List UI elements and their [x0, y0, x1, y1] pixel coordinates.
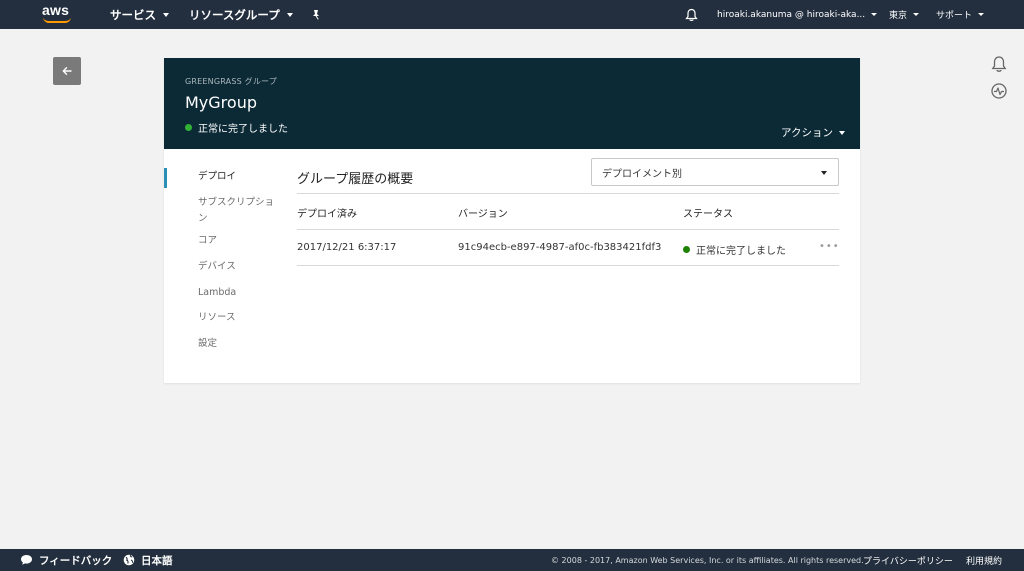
feedback-button[interactable]: フィードバック	[20, 549, 112, 571]
cell-version: 91c94ecb-e897-4987-af0c-fb383421fdf3	[458, 242, 662, 253]
chevron-down-icon	[978, 13, 985, 16]
actions-dropdown-button[interactable]: アクション	[781, 125, 845, 140]
menu-item-devices[interactable]: デバイス	[198, 259, 278, 275]
menu-item-cores[interactable]: コア	[198, 233, 278, 249]
account-label: hiroaki.akanuma @ hiroaki-aka...	[717, 9, 866, 20]
divider	[297, 229, 839, 230]
menu-item-resources[interactable]: リソース	[198, 310, 278, 326]
chevron-down-icon	[838, 130, 845, 135]
status-dot-icon	[185, 124, 192, 131]
region-label: 東京	[889, 11, 908, 21]
language-label: 日本語	[141, 554, 173, 567]
arrow-left-icon	[62, 67, 72, 75]
chevron-down-icon	[163, 12, 169, 17]
notifications-bell-icon[interactable]	[990, 55, 1008, 73]
table-row-status: 正常に完了しました	[683, 242, 786, 257]
terms-of-use-link[interactable]: 利用規約	[966, 549, 1002, 571]
group-status: 正常に完了しました	[185, 120, 288, 135]
menu-item-subscriptions[interactable]: サブスクリプション	[198, 195, 278, 227]
resource-groups-label: リソースグループ	[189, 7, 280, 22]
cell-status: 正常に完了しました	[696, 246, 786, 257]
top-navigation-bar: aws サービス リソースグループ hiroaki.akanuma @ hiro…	[0, 0, 1024, 29]
table-row-version: 91c94ecb-e897-4987-af0c-fb383421fdf3	[458, 242, 661, 253]
privacy-policy-link[interactable]: プライバシーポリシー	[863, 549, 953, 571]
speech-bubble-icon	[21, 555, 32, 565]
aws-logo-text: aws	[42, 2, 70, 18]
account-menu[interactable]: hiroaki.akanuma @ hiroaki-aka...	[717, 0, 878, 29]
section-title: グループ履歴の概要	[297, 172, 414, 187]
pushpin-icon[interactable]	[310, 0, 322, 29]
copyright-text: © 2008 - 2017, Amazon Web Services, Inc.…	[551, 555, 864, 565]
status-dot-icon	[683, 246, 690, 253]
select-value: デプロイメント別	[602, 168, 682, 180]
breadcrumb-kicker: GREENGRASS グループ	[185, 77, 277, 86]
aws-logo-smile	[43, 17, 71, 23]
active-menu-indicator	[164, 168, 167, 188]
menu-item-lambda[interactable]: Lambda	[198, 285, 278, 301]
feedback-label: フィードバック	[39, 554, 113, 567]
pushpin-icon-svg	[313, 9, 319, 20]
menu-item-settings[interactable]: 設定	[198, 336, 278, 352]
globe-icon	[123, 554, 135, 566]
resource-groups-menu[interactable]: リソースグループ	[189, 0, 293, 29]
row-more-options-icon[interactable]: •••	[819, 241, 840, 252]
health-status-icon[interactable]	[990, 82, 1008, 100]
table-row: 2017/12/21 6:37:17	[297, 242, 396, 253]
page-title: MyGroup	[185, 93, 257, 112]
bell-icon[interactable]	[685, 0, 698, 29]
menu-item-deploy[interactable]: デプロイ	[198, 169, 278, 185]
back-button[interactable]	[53, 57, 81, 85]
cell-deployed: 2017/12/21 6:37:17	[297, 242, 397, 253]
chevron-down-icon	[913, 13, 920, 16]
footer-bar: フィードバック 日本語 © 2008 - 2017, Amazon Web Se…	[0, 549, 1024, 571]
language-selector[interactable]: 日本語	[123, 549, 173, 571]
column-header-status: ステータス	[683, 209, 733, 220]
pulse-circle-svg	[991, 83, 1007, 99]
column-header-version: バージョン	[458, 209, 508, 220]
actions-label: アクション	[781, 127, 833, 139]
chevron-down-icon	[871, 13, 878, 16]
aws-logo[interactable]: aws	[42, 2, 74, 24]
divider	[297, 193, 839, 194]
bell-outline-svg	[991, 56, 1007, 72]
services-menu[interactable]: サービス	[110, 0, 169, 29]
region-menu[interactable]: 東京	[889, 0, 920, 29]
support-label: サポート	[936, 11, 973, 21]
chevron-down-icon	[821, 171, 827, 175]
divider	[297, 265, 839, 266]
chevron-down-icon	[286, 12, 293, 17]
deployment-view-select[interactable]: デプロイメント別	[591, 158, 839, 186]
group-detail-card: GREENGRASS グループ MyGroup 正常に完了しました アクション …	[164, 58, 860, 383]
group-header: GREENGRASS グループ MyGroup 正常に完了しました アクション	[164, 58, 860, 149]
notification-bell-svg	[685, 8, 698, 21]
support-menu[interactable]: サポート	[936, 0, 985, 29]
column-header-deployed: デプロイ済み	[297, 209, 357, 220]
services-label: サービス	[110, 7, 156, 22]
group-status-text: 正常に完了しました	[198, 124, 288, 135]
